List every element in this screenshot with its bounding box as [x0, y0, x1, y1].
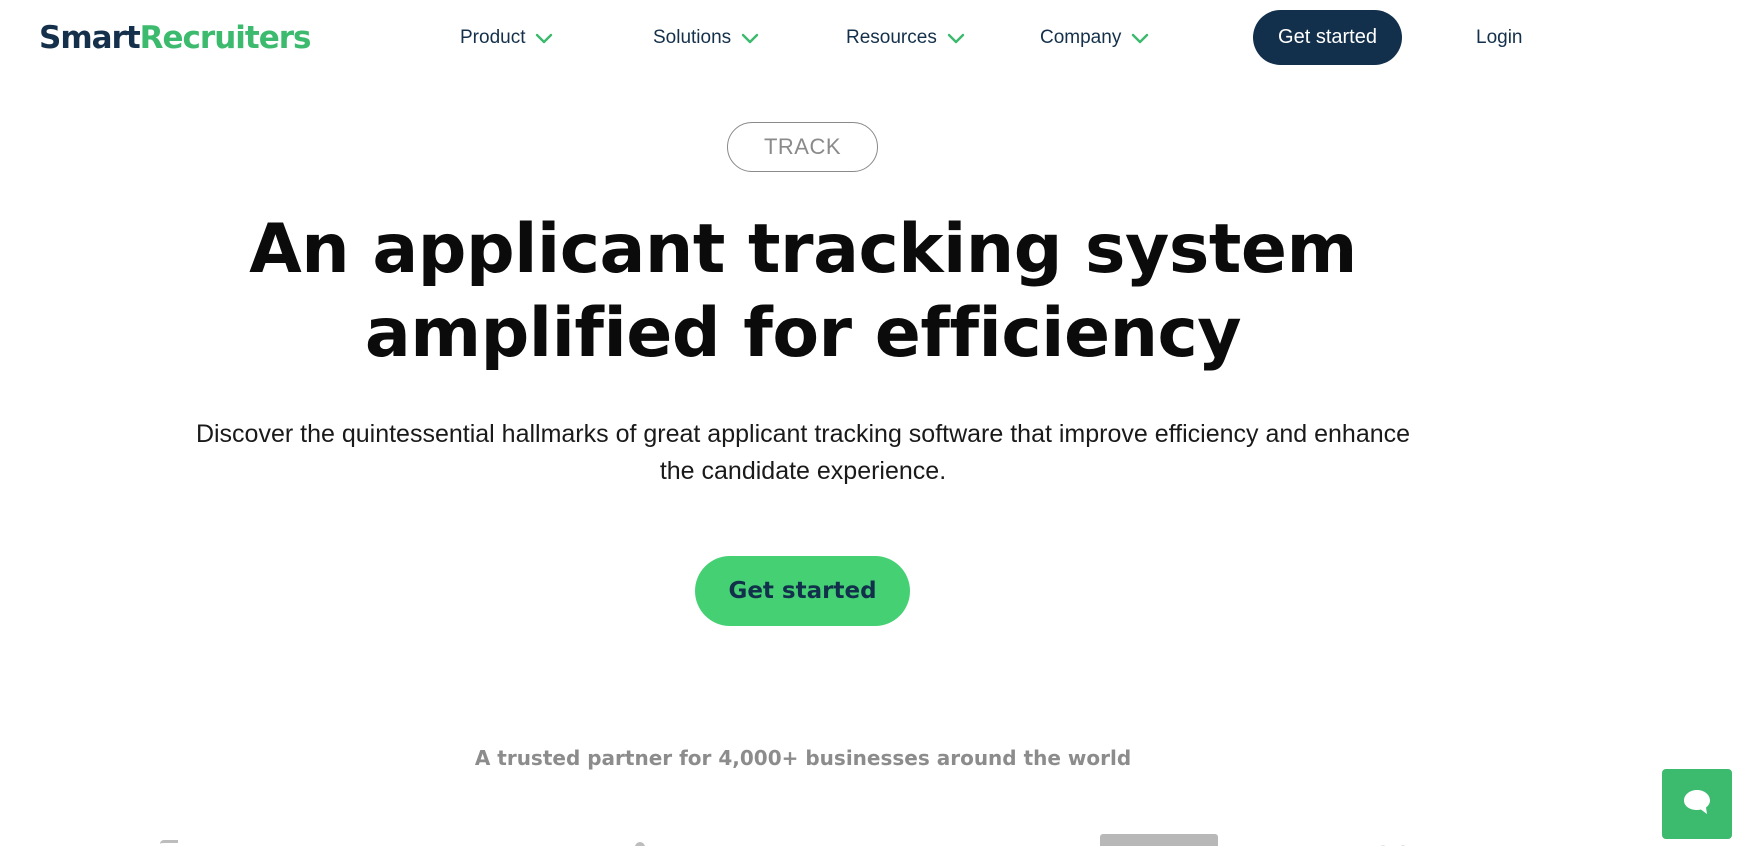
- hero-subtext-line1: Discover the quintessential hallmarks of…: [195, 420, 1411, 448]
- chat-bubble-icon: [1682, 788, 1712, 821]
- nav-item-resources[interactable]: Resources: [846, 24, 965, 52]
- smartrecruiters-logo[interactable]: SmartRecruiters: [39, 18, 311, 58]
- site-header: SmartRecruiters Product Solutions Resour…: [0, 0, 1742, 76]
- hero-subtext: Discover the quintessential hallmarks of…: [140, 416, 1466, 490]
- chevron-down-icon: [1131, 32, 1149, 44]
- nav-item-solutions[interactable]: Solutions: [653, 24, 759, 52]
- get-started-nav-button[interactable]: Get started: [1253, 10, 1402, 65]
- login-link[interactable]: Login: [1476, 24, 1523, 52]
- nav-item-label: Solutions: [653, 27, 732, 48]
- nav-item-label: Resources: [846, 27, 937, 48]
- customer-logo: [635, 842, 645, 846]
- hero-headline-line2: amplified for efficiency: [364, 294, 1242, 373]
- nav-item-company[interactable]: Company: [1040, 24, 1149, 52]
- logo-text-recruiters: Recruiters: [139, 20, 312, 56]
- track-badge: TRACK: [727, 122, 878, 172]
- chevron-down-icon: [535, 32, 553, 44]
- hero-headline: An applicant tracking system amplified f…: [200, 208, 1406, 376]
- nav-item-product[interactable]: Product: [460, 24, 553, 52]
- hero-headline-line1: An applicant tracking system: [249, 210, 1357, 289]
- chevron-down-icon: [947, 32, 965, 44]
- hero-subtext-line2: the candidate experience.: [659, 457, 947, 485]
- nav-item-label: Company: [1040, 27, 1122, 48]
- page: SmartRecruiters Product Solutions Resour…: [0, 0, 1742, 846]
- customer-logo: [160, 840, 178, 846]
- nav-item-label: Product: [460, 27, 526, 48]
- trusted-partner-text: A trusted partner for 4,000+ businesses …: [474, 746, 1132, 770]
- customer-logo: [1375, 838, 1421, 846]
- logo-text-smart: Smart: [39, 20, 141, 56]
- chat-widget-button[interactable]: [1662, 769, 1732, 839]
- customer-logo: [1100, 834, 1218, 846]
- chevron-down-icon: [741, 32, 759, 44]
- get-started-hero-button[interactable]: Get started: [695, 556, 910, 626]
